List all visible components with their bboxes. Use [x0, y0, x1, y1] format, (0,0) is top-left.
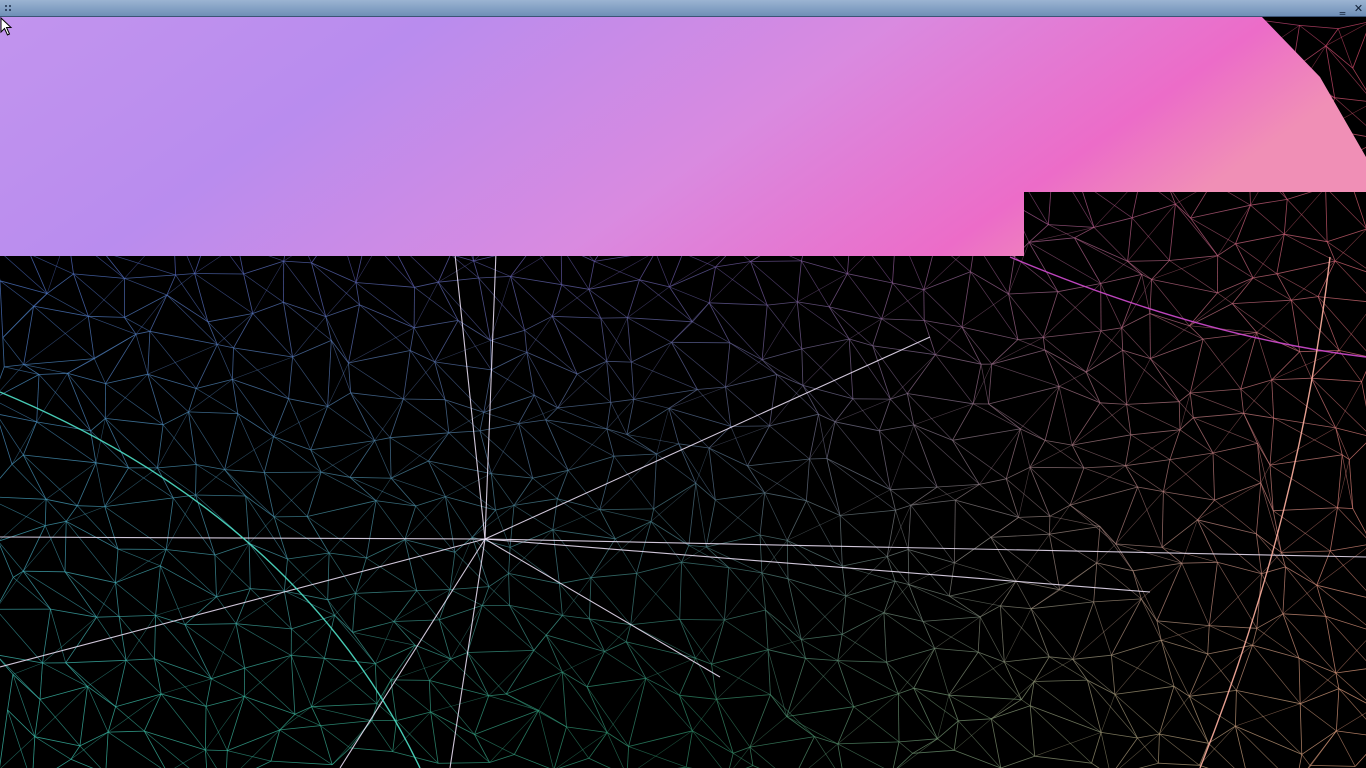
application-window: ‗ ✕	[0, 0, 1366, 768]
mouse-pointer-icon	[0, 17, 13, 36]
render-viewport[interactable]	[0, 17, 1366, 768]
gradient-overlay-panel	[0, 17, 1366, 256]
minimize-button[interactable]: ‗	[1336, 2, 1349, 15]
wireframe-scene	[0, 17, 1366, 768]
grip-dots-icon[interactable]	[4, 3, 14, 13]
window-titlebar[interactable]: ‗ ✕	[0, 0, 1366, 17]
close-button[interactable]: ✕	[1352, 2, 1365, 15]
minimize-icon: ‗	[1339, 2, 1346, 15]
close-icon: ✕	[1353, 2, 1364, 15]
